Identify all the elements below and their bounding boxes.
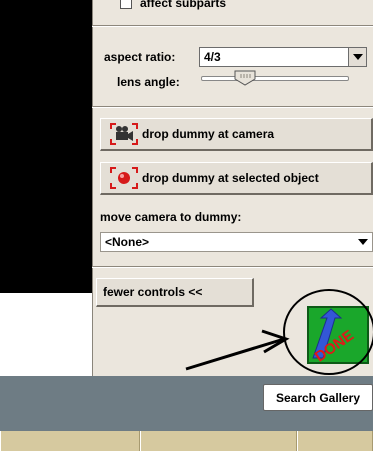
tab[interactable] xyxy=(140,431,297,451)
search-gallery-button[interactable]: Search Gallery xyxy=(263,384,373,411)
tab[interactable] xyxy=(297,431,373,451)
search-gallery-label: Search Gallery xyxy=(275,390,361,405)
tab[interactable] xyxy=(0,431,140,451)
